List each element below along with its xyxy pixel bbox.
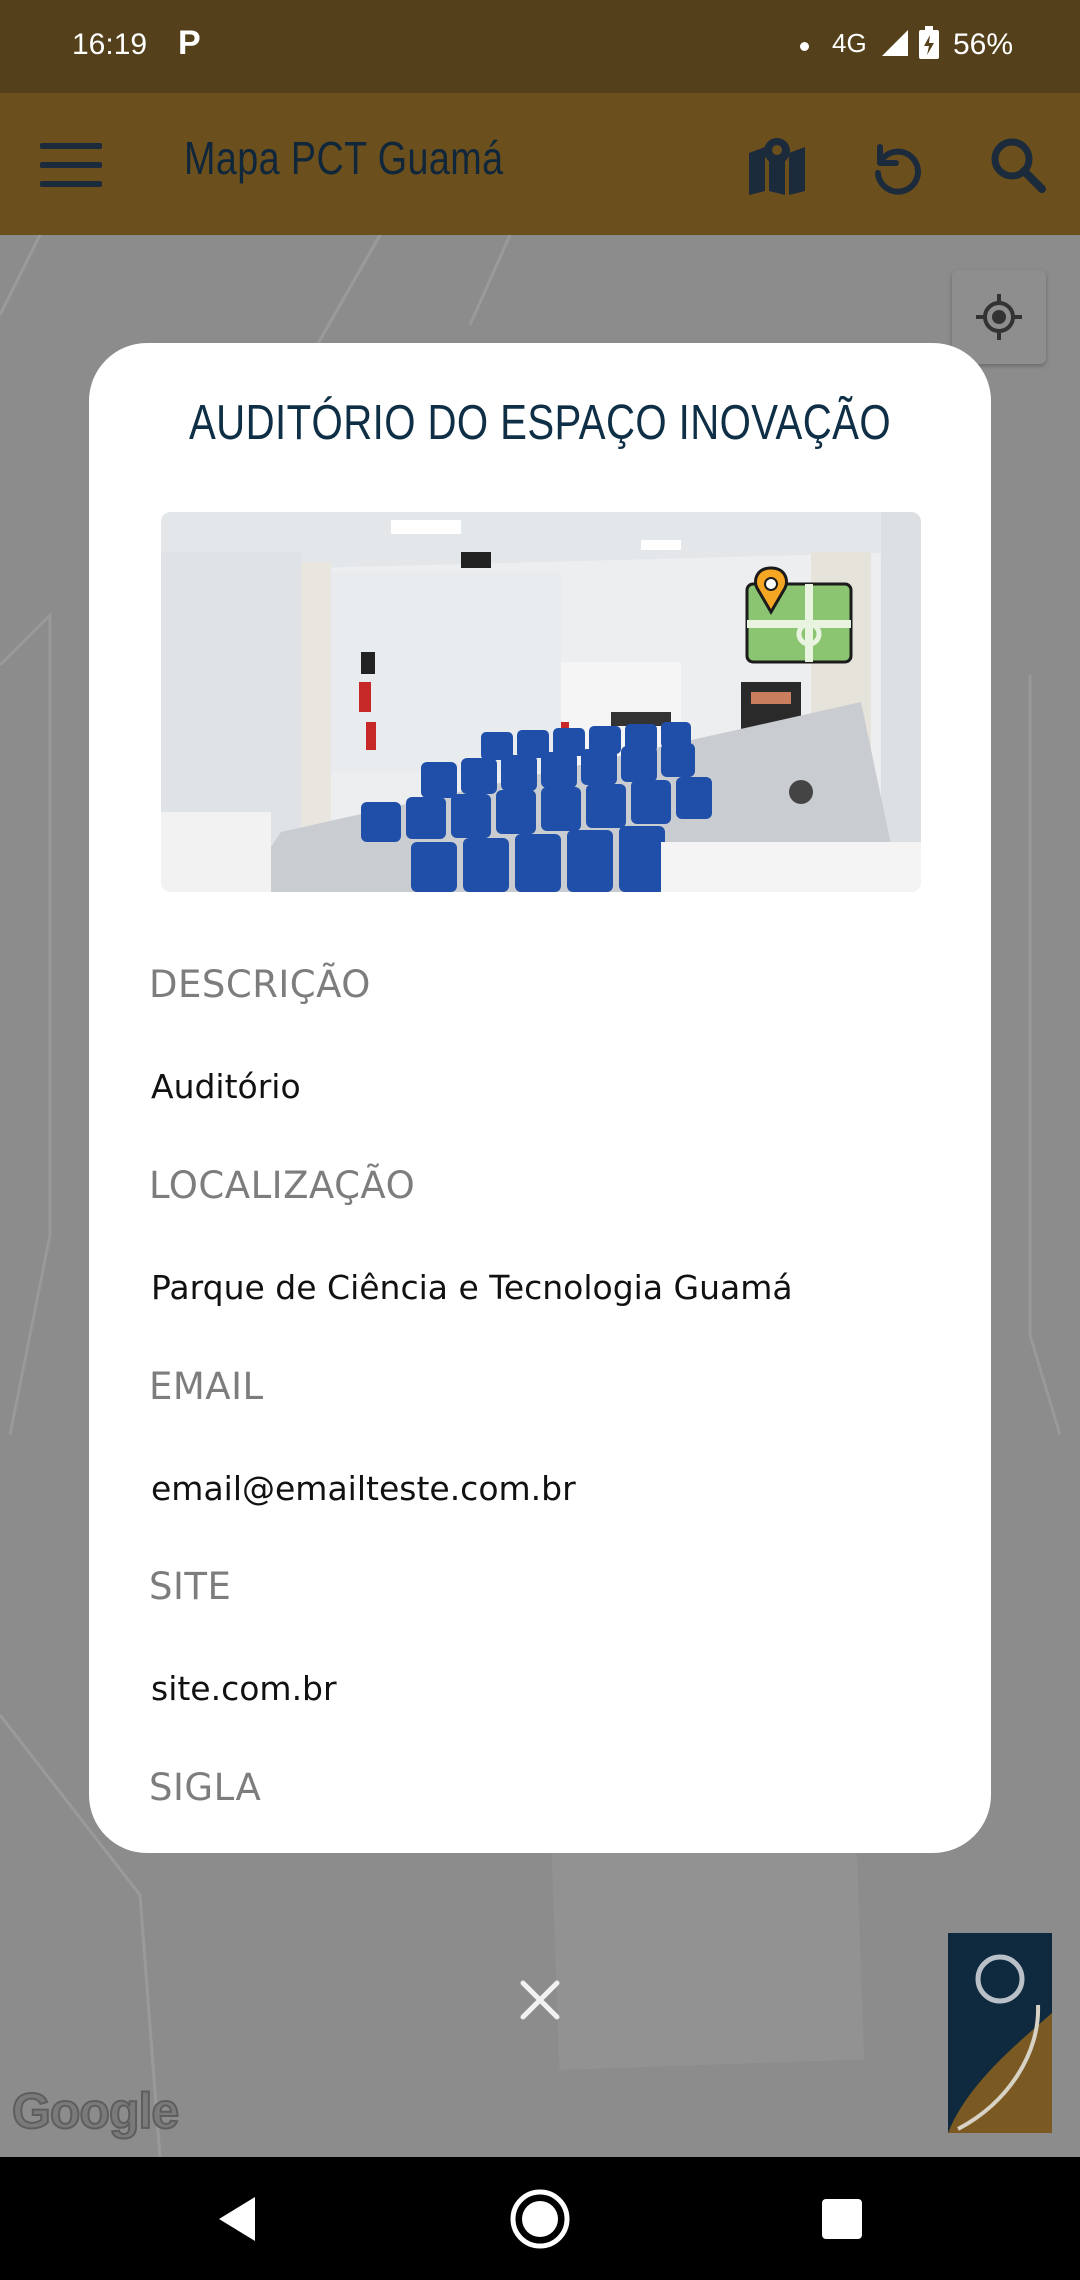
home-icon[interactable] <box>508 2187 572 2251</box>
my-location-icon <box>976 294 1022 340</box>
back-icon[interactable] <box>205 2187 269 2251</box>
menu-icon[interactable] <box>40 143 102 187</box>
site-label: SITE <box>149 1565 232 1608</box>
location-label: LOCALIZAÇÃO <box>149 1164 416 1207</box>
map-icon[interactable] <box>745 133 809 197</box>
refresh-icon[interactable] <box>864 133 928 197</box>
dialog-title: AUDITÓRIO DO ESPAÇO INOVAÇÃO <box>188 396 892 450</box>
signal-icon <box>882 30 908 56</box>
search-icon[interactable] <box>986 133 1050 197</box>
app-title: Mapa PCT Guamá <box>184 132 504 184</box>
pct-logo <box>948 1933 1052 2133</box>
battery-percent: 56% <box>953 28 1014 61</box>
auditorium-photo <box>161 512 921 892</box>
place-photo <box>161 512 921 892</box>
app-bar: Mapa PCT Guamá <box>0 93 1080 235</box>
notification-p-icon: P <box>178 24 201 62</box>
site-value[interactable]: site.com.br <box>151 1669 337 1708</box>
email-label: EMAIL <box>149 1365 264 1408</box>
battery-icon <box>919 26 939 59</box>
email-value[interactable]: email@emailteste.com.br <box>151 1469 576 1508</box>
recents-icon[interactable] <box>810 2187 874 2251</box>
status-bar: 16:19 P 4G 56% <box>0 0 1080 93</box>
description-label: DESCRIÇÃO <box>149 963 371 1006</box>
acronym-label: SIGLA <box>149 1766 262 1809</box>
network-type: 4G <box>832 28 867 58</box>
place-details-dialog: AUDITÓRIO DO ESPAÇO INOVAÇÃO DESCRIÇÃO A… <box>89 343 991 1853</box>
status-time: 16:19 <box>72 28 148 61</box>
location-value: Parque de Ciência e Tecnologia Guamá <box>151 1268 793 1307</box>
description-value: Auditório <box>151 1067 301 1106</box>
my-location-button[interactable] <box>952 270 1046 364</box>
system-nav-bar <box>0 2157 1080 2280</box>
notification-dot-icon <box>800 42 809 51</box>
close-icon[interactable] <box>515 1975 565 2025</box>
google-logo: Google <box>11 2082 180 2140</box>
